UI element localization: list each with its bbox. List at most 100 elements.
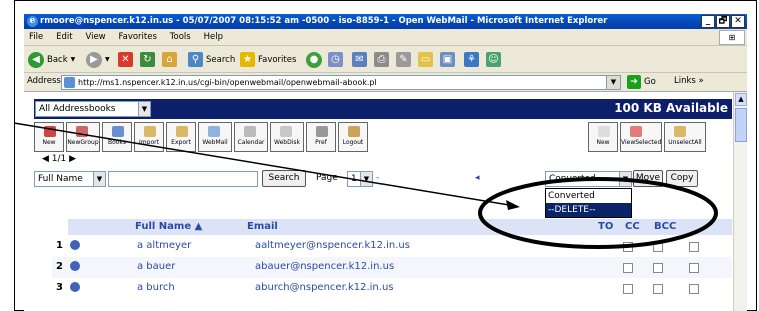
page-select[interactable]: 1 ▼ — [347, 171, 373, 187]
new-message-button[interactable]: New — [588, 122, 618, 152]
view-selected-button[interactable]: ViewSelected — [620, 122, 662, 152]
history-button[interactable]: ◷ — [328, 50, 343, 69]
restore-button[interactable]: 🗗 — [716, 15, 730, 28]
chevron-down-icon: ▼ — [105, 56, 110, 63]
page-icon — [64, 77, 75, 88]
logout-button[interactable]: Logout — [338, 122, 368, 152]
stop-button[interactable]: ✕ — [118, 50, 133, 69]
import-button[interactable]: Import — [134, 122, 164, 152]
label: UnselectAll — [668, 139, 702, 146]
books-button[interactable]: Books — [102, 122, 132, 152]
home-icon: ⌂ — [162, 52, 177, 67]
menu-bar: File Edit View Favorites Tools Help ⊞ — [24, 29, 747, 46]
copy-button[interactable]: Copy — [666, 170, 698, 187]
destination-select[interactable]: Converted ▼ — [545, 171, 632, 187]
bcc-checkbox[interactable] — [689, 284, 699, 294]
menu-edit[interactable]: Edit — [51, 29, 77, 46]
table-row[interactable]: 2 a bauer abauer@nspencer.k12.in.us — [52, 257, 732, 278]
pref-icon — [316, 126, 328, 137]
close-button[interactable]: ✕ — [731, 15, 745, 28]
mail-button[interactable]: ✉ — [352, 50, 367, 69]
to-column-header[interactable]: TO — [598, 221, 613, 232]
discuss-icon: ▭ — [418, 52, 433, 67]
menu-file[interactable]: File — [24, 29, 48, 46]
cc-checkbox[interactable] — [653, 263, 663, 273]
calendar-button[interactable]: Calendar — [234, 122, 268, 152]
label: NewGroup — [67, 139, 99, 146]
option-delete[interactable]: --DELETE-- — [546, 203, 631, 217]
move-button[interactable]: Move — [633, 170, 663, 187]
addressbook-select[interactable]: All Addressbooks ▼ — [35, 101, 151, 117]
discuss-button[interactable]: ▭ — [418, 50, 433, 69]
table-row[interactable]: 1 a altmeyer aaltmeyer@nspencer.k12.in.u… — [52, 236, 732, 257]
new-contact-button[interactable]: New — [34, 122, 64, 152]
webmail-button[interactable]: WebMail — [198, 122, 232, 152]
back-button[interactable]: ◀ Back ▼ — [28, 50, 75, 69]
bcc-checkbox[interactable] — [689, 263, 699, 273]
menu-help[interactable]: Help — [199, 29, 228, 46]
search-input[interactable] — [108, 171, 258, 187]
home-button[interactable]: ⌂ — [162, 50, 177, 69]
menu-tools[interactable]: Tools — [165, 29, 196, 46]
pager[interactable]: ◀ 1/1 ▶ — [42, 154, 76, 164]
pref-button[interactable]: Pref — [306, 122, 336, 152]
quota-text: 100 KB Available — [614, 101, 728, 115]
logout-icon — [348, 126, 360, 137]
title-bar[interactable]: e rmoore@nspencer.k12.in.us - 05/07/2007… — [24, 14, 747, 29]
bcc-checkbox[interactable] — [689, 242, 699, 252]
contact-name[interactable]: a burch — [137, 282, 175, 293]
print-button[interactable]: ⎙ — [374, 50, 389, 69]
address-dropdown-button[interactable]: ▼ — [606, 75, 621, 90]
address-input[interactable]: http://ms1.nspencer.k12.in.us/cgi-bin/op… — [61, 75, 621, 90]
cc-checkbox[interactable] — [653, 284, 663, 294]
contact-name[interactable]: a altmeyer — [137, 240, 191, 251]
table-row[interactable]: 3 a burch aburch@nspencer.k12.in.us — [52, 278, 732, 299]
export-button[interactable]: Export — [166, 122, 196, 152]
scroll-thumb[interactable] — [735, 108, 747, 142]
refresh-button[interactable]: ↻ — [140, 50, 155, 69]
favorites-button[interactable]: ★ Favorites — [240, 50, 296, 69]
forward-button[interactable]: ▶ ▼ — [86, 50, 110, 69]
page-label: Page — [316, 173, 338, 183]
option-converted[interactable]: Converted — [546, 189, 631, 203]
cc-column-header[interactable]: CC — [625, 221, 640, 232]
search-button[interactable]: ⚲ Search — [188, 50, 235, 69]
unselect-all-button[interactable]: UnselectAll — [664, 122, 706, 152]
next-page-icon[interactable]: ◂ — [475, 173, 480, 183]
menu-view[interactable]: View — [80, 29, 110, 46]
links-button[interactable]: Links » — [674, 76, 704, 86]
search-submit-button[interactable]: Search — [262, 170, 306, 187]
contact-email[interactable]: aburch@nspencer.k12.in.us — [255, 282, 394, 293]
new-message-icon — [598, 126, 610, 137]
cc-checkbox[interactable] — [653, 242, 663, 252]
menu-favorites[interactable]: Favorites — [114, 29, 162, 46]
media-button[interactable]: ● — [306, 50, 322, 69]
webdisk-button[interactable]: WebDisk — [270, 122, 304, 152]
scroll-up-button[interactable]: ▲ — [735, 93, 747, 106]
minimize-button[interactable]: _ — [701, 15, 715, 28]
import-icon — [144, 126, 156, 137]
contact-email[interactable]: abauer@nspencer.k12.in.us — [255, 261, 394, 272]
bcc-column-header[interactable]: BCC — [654, 221, 676, 232]
chevron-down-icon: ▼ — [70, 56, 76, 63]
vertical-scrollbar[interactable]: ▲ — [733, 92, 747, 311]
browser-toolbar: ◀ Back ▼ ▶ ▼ ✕ ↻ ⌂ ⚲ Search ★ Favorites … — [24, 46, 747, 73]
edit-button[interactable]: ✎ — [396, 50, 411, 69]
to-checkbox[interactable] — [623, 263, 633, 273]
address-url: http://ms1.nspencer.k12.in.us/cgi-bin/op… — [78, 78, 377, 87]
people-button[interactable]: ☺ — [486, 50, 501, 69]
to-checkbox[interactable] — [623, 284, 633, 294]
fullname-column-header[interactable]: Full Name ▲ — [135, 221, 202, 232]
email-column-header[interactable]: Email — [247, 221, 278, 232]
to-checkbox[interactable] — [623, 242, 633, 252]
links-label: Links — [674, 76, 696, 86]
contact-email[interactable]: aaltmeyer@nspencer.k12.in.us — [255, 240, 410, 251]
search-field-select[interactable]: Full Name ▼ — [34, 171, 106, 187]
label: ViewSelected — [621, 139, 662, 146]
contact-name[interactable]: a bauer — [137, 261, 175, 272]
messenger-button[interactable]: ⚘ — [464, 50, 479, 69]
research-button[interactable]: ▣ — [440, 50, 455, 69]
go-button[interactable]: ➔ Go — [627, 75, 656, 89]
new-group-button[interactable]: NewGroup — [66, 122, 100, 152]
destination-select-value: Converted — [549, 174, 596, 184]
